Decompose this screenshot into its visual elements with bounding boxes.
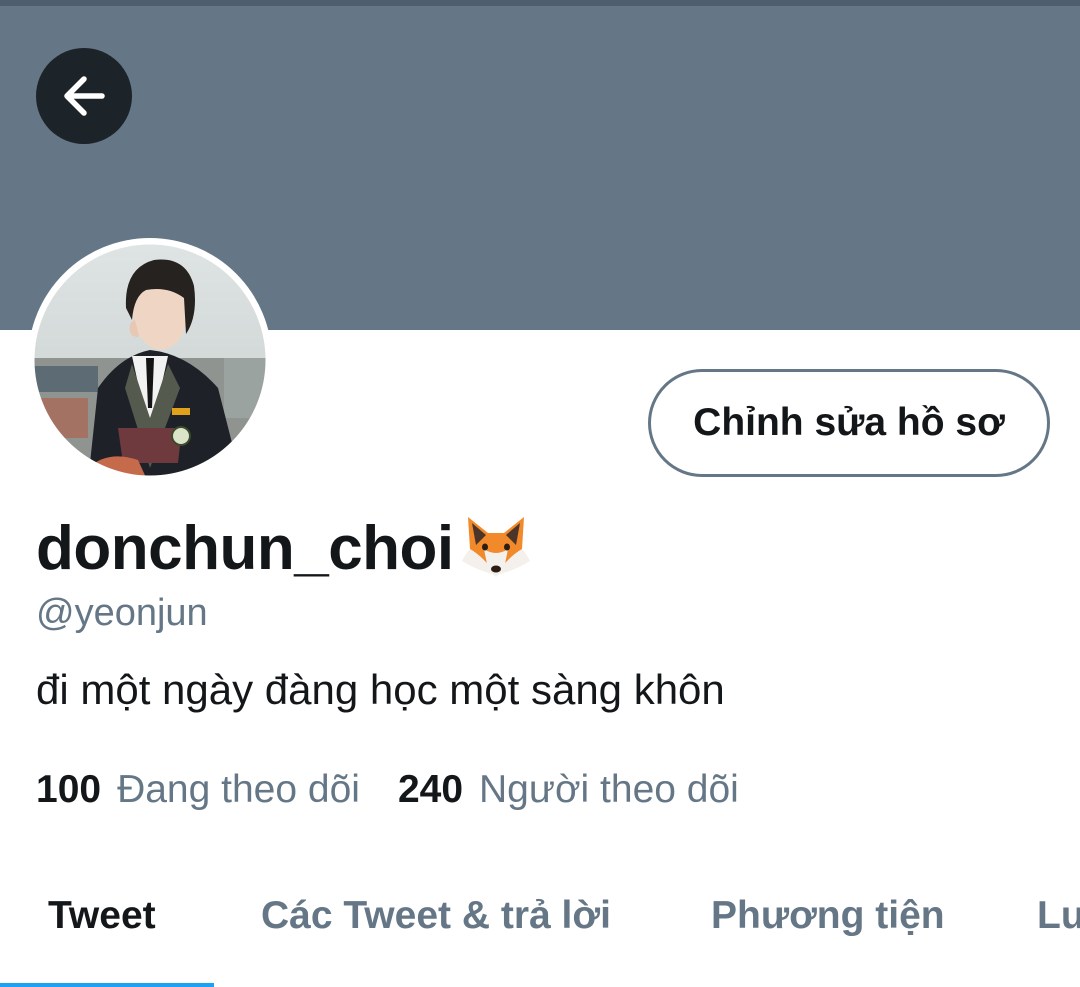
edit-profile-button[interactable]: Chỉnh sửa hồ sơ <box>648 369 1050 477</box>
tab-likes[interactable]: Lư <box>1037 894 1080 938</box>
profile-handle: @yeonjun <box>36 592 208 634</box>
arrow-left-icon <box>64 76 105 116</box>
profile-tabs: Tweet Các Tweet & trả lời Phương tiện Lư <box>0 880 1080 987</box>
follow-stats: 100 Đang theo dõi 240 Người theo dõi <box>36 765 739 815</box>
display-name: donchun_choi <box>36 513 454 583</box>
following-count: 100 <box>36 768 102 811</box>
active-tab-indicator <box>0 983 214 987</box>
profile-photo <box>28 238 272 482</box>
tab-tweets-and-replies[interactable]: Các Tweet & trả lời <box>261 894 611 938</box>
profile-bio: đi một ngày đàng học một sàng khôn <box>36 666 725 713</box>
back-button[interactable] <box>36 48 132 144</box>
tab-media[interactable]: Phương tiện <box>711 894 945 938</box>
fox-face-emoji <box>461 517 530 577</box>
following-label: Đang theo dõi <box>117 768 360 811</box>
following-link[interactable]: 100 Đang theo dõi <box>36 765 360 815</box>
avatar[interactable] <box>28 238 272 482</box>
followers-count: 240 <box>397 768 464 811</box>
followers-label: Người theo dõi <box>479 768 739 811</box>
display-name-row: donchun_choi <box>36 508 534 588</box>
tab-tweets[interactable]: Tweet <box>48 894 156 938</box>
followers-link[interactable]: 240 Người theo dõi <box>398 765 739 815</box>
